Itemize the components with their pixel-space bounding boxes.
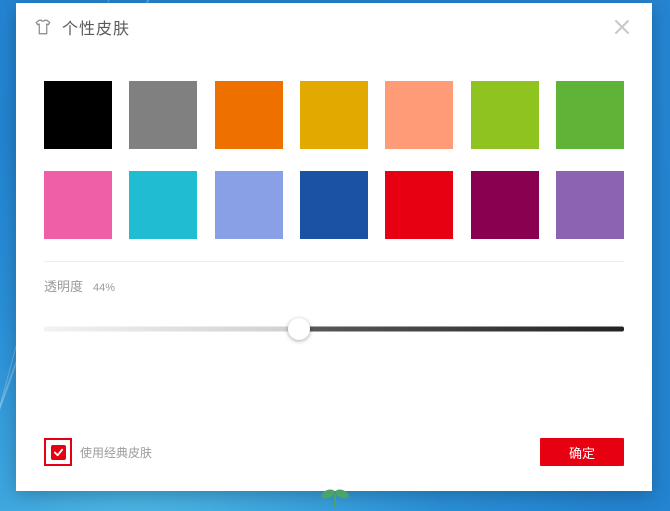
opacity-label: 透明度	[44, 276, 83, 295]
close-button[interactable]	[606, 11, 638, 43]
swatch-row	[44, 171, 624, 239]
color-swatch[interactable]	[300, 81, 368, 149]
opacity-section: 透明度 44%	[16, 262, 652, 341]
slider-thumb[interactable]	[288, 318, 310, 340]
dialog-title: 个性皮肤	[62, 15, 130, 39]
color-swatch[interactable]	[385, 81, 453, 149]
background-sprout-icon	[315, 488, 355, 511]
classic-skin-checkbox[interactable]	[51, 445, 66, 460]
checkbox-highlight-frame	[44, 438, 72, 466]
dialog-footer: 使用经典皮肤 确定	[16, 429, 652, 491]
color-swatch[interactable]	[44, 171, 112, 239]
color-swatch[interactable]	[44, 81, 112, 149]
color-swatch[interactable]	[471, 81, 539, 149]
classic-skin-label: 使用经典皮肤	[80, 444, 152, 461]
skin-dialog: 个性皮肤 透明度 44%	[16, 3, 652, 491]
color-swatch[interactable]	[300, 171, 368, 239]
color-swatch[interactable]	[556, 171, 624, 239]
shirt-icon	[34, 17, 52, 37]
color-swatch[interactable]	[385, 171, 453, 239]
color-swatch[interactable]	[129, 171, 197, 239]
color-swatch[interactable]	[471, 171, 539, 239]
slider-track	[44, 327, 624, 332]
confirm-button[interactable]: 确定	[540, 438, 624, 466]
opacity-slider[interactable]	[44, 317, 624, 341]
desktop-background: 个性皮肤 透明度 44%	[0, 0, 670, 511]
color-swatch[interactable]	[215, 171, 283, 239]
confirm-button-label: 确定	[569, 443, 595, 462]
color-swatch-grid	[16, 51, 652, 239]
opacity-label-row: 透明度 44%	[44, 276, 624, 295]
dialog-titlebar: 个性皮肤	[16, 3, 652, 51]
color-swatch[interactable]	[215, 81, 283, 149]
swatch-row	[44, 81, 624, 149]
color-swatch[interactable]	[129, 81, 197, 149]
color-swatch[interactable]	[556, 81, 624, 149]
opacity-value: 44%	[93, 282, 115, 294]
